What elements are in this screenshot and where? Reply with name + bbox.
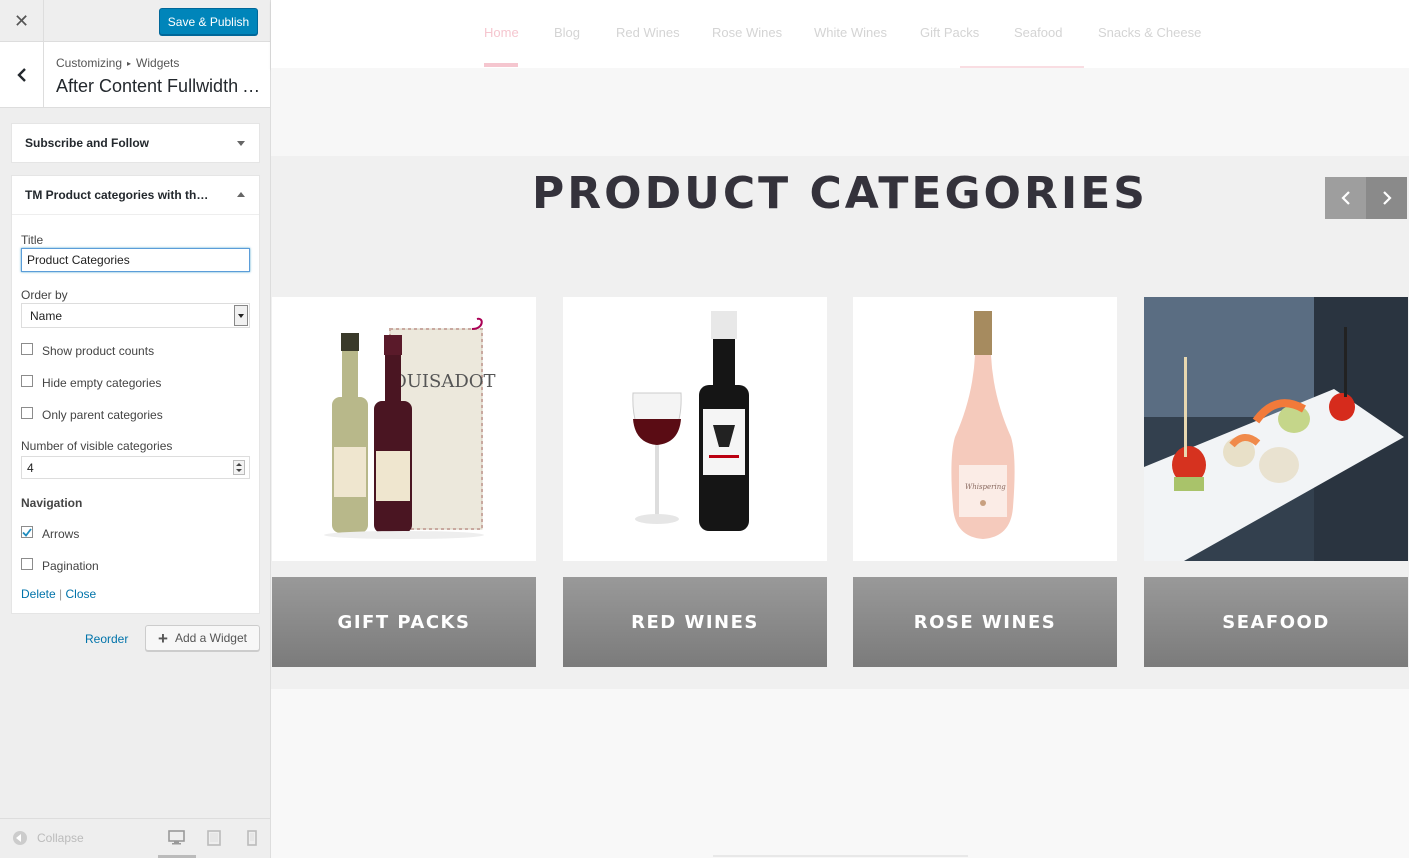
rose-wine-image: Whispering (951, 311, 1015, 539)
category-image[interactable] (1144, 297, 1408, 561)
panel-header: Customizing ▸ Widgets After Content Fullwi… (0, 42, 270, 108)
category-card-rose-wines[interactable]: Whispering ROSE WINES (853, 297, 1117, 667)
close-icon: ✕ (13, 10, 30, 31)
customizer-header: ✕ Save & Publish (0, 0, 270, 42)
collapse-icon (13, 831, 27, 845)
active-nav-underline (484, 63, 518, 67)
red-wine-image (632, 311, 749, 531)
plus-icon: + (158, 628, 168, 648)
save-publish-button[interactable]: Save & Publish (159, 8, 258, 35)
wine-gift-box-image: OUISADOT (324, 317, 496, 539)
checkbox[interactable] (21, 375, 33, 387)
spacer-band (271, 68, 1409, 156)
checkbox-label: Arrows (42, 527, 80, 541)
widget-title: TM Product categories with thumbnails (25, 188, 215, 202)
section-title: PRODUCT CATEGORIES (532, 168, 1148, 219)
visible-categories-value: 4 (27, 460, 34, 475)
visible-categories-label: Number of visible categories (21, 439, 173, 453)
checkbox-label: Show product counts (42, 344, 155, 358)
widget-actions: Delete | Close (21, 587, 96, 601)
customizer-footer: Collapse (0, 818, 270, 858)
checkbox[interactable] (21, 407, 33, 419)
chevron-left-icon (16, 68, 26, 82)
widget-header[interactable]: TM Product categories with thumbnails (12, 176, 259, 215)
panel-title: After Content Fullwidth Area (56, 76, 262, 96)
svg-text:Whispering: Whispering (965, 483, 1006, 491)
widget-subscribe-follow[interactable]: Subscribe and Follow (11, 123, 260, 163)
nav-item-white-wines[interactable]: White Wines (814, 25, 887, 40)
nav-item-home[interactable]: Home (484, 25, 519, 40)
checkbox-label: Hide empty categories (42, 376, 162, 390)
checkbox-only-parent[interactable]: Only parent categories (21, 407, 163, 422)
orderby-value: Name (30, 308, 63, 323)
breadcrumb-separator-icon: ▸ (127, 59, 132, 68)
nav-item-rose-wines[interactable]: Rose Wines (712, 25, 782, 40)
add-widget-label: Add a Widget (174, 631, 247, 645)
breadcrumb-section: Widgets (136, 56, 180, 70)
category-card-seafood[interactable]: SEAFOOD (1144, 297, 1408, 667)
category-image[interactable]: Whispering (853, 297, 1117, 561)
collapse-button[interactable]: Collapse (13, 831, 84, 845)
category-image[interactable] (563, 297, 827, 561)
breadcrumb-root: Customizing (56, 56, 123, 70)
title-input[interactable]: Product Categories (21, 248, 250, 272)
desktop-preview-icon[interactable] (168, 830, 185, 845)
caret-up-icon[interactable] (237, 192, 245, 197)
tablet-preview-icon[interactable] (207, 830, 221, 846)
category-card-red-wines[interactable]: RED WINES (563, 297, 827, 667)
nav-item-blog[interactable]: Blog (554, 25, 580, 40)
customizer-sidebar: ✕ Save & Publish Customizing ▸ Widgets Aft… (0, 0, 271, 858)
orderby-label: Order by (21, 288, 68, 302)
nav-item-seafood[interactable]: Seafood (1014, 25, 1062, 40)
mobile-preview-icon[interactable] (247, 830, 257, 846)
add-widget-button[interactable]: + Add a Widget (145, 625, 260, 651)
orderby-select[interactable]: Name (21, 303, 250, 328)
category-image[interactable]: OUISADOT (272, 297, 536, 561)
nav-item-snacks-cheese[interactable]: Snacks & Cheese (1098, 25, 1201, 40)
category-label[interactable]: SEAFOOD (1144, 577, 1408, 667)
widget-product-categories: TM Product categories with thumbnails (11, 175, 260, 614)
number-spinner[interactable] (233, 460, 245, 475)
category-label[interactable]: ROSE WINES (853, 577, 1117, 667)
carousel-next-button[interactable] (1366, 177, 1407, 219)
nav-item-red-wines[interactable]: Red Wines (616, 25, 680, 40)
delete-link[interactable]: Delete (21, 587, 56, 601)
product-categories-section: PRODUCT CATEGORIES OUISADOT GIFT PACKS R… (271, 156, 1409, 689)
category-label[interactable]: RED WINES (563, 577, 827, 667)
widget-title: Subscribe and Follow (25, 136, 150, 150)
caret-down-icon[interactable] (237, 141, 245, 146)
checkbox[interactable] (21, 558, 33, 570)
close-customizer-button[interactable]: ✕ (0, 0, 44, 42)
visible-categories-input[interactable]: 4 (21, 456, 250, 479)
seafood-image (1144, 297, 1408, 561)
svg-text:OUISADOT: OUISADOT (392, 371, 496, 392)
category-label[interactable]: GIFT PACKS (272, 577, 536, 667)
checkbox-hide-empty[interactable]: Hide empty categories (21, 375, 162, 390)
reorder-link[interactable]: Reorder (85, 632, 128, 646)
close-link[interactable]: Close (65, 587, 96, 601)
title-label: Title (21, 233, 44, 247)
carousel-prev-button[interactable] (1325, 177, 1366, 219)
footer-divider (713, 855, 968, 857)
chevron-left-icon (1340, 191, 1350, 205)
checkbox-label: Pagination (42, 559, 99, 573)
checkbox-pagination[interactable]: Pagination (21, 558, 99, 573)
collapse-label: Collapse (37, 831, 84, 845)
checkbox-show-product-counts[interactable]: Show product counts (21, 343, 155, 358)
nav-item-gift-packs[interactable]: Gift Packs (920, 25, 979, 40)
checkmark-icon (22, 527, 32, 537)
breadcrumb: Customizing ▸ Widgets (56, 56, 179, 70)
checkbox-arrows[interactable]: Arrows (21, 526, 80, 541)
site-preview: Home Blog Red Wines Rose Wines White Win… (271, 0, 1409, 858)
checkbox[interactable] (21, 343, 33, 355)
dropdown-arrow-icon[interactable] (234, 305, 248, 326)
back-button[interactable] (0, 42, 44, 108)
category-card-gift-packs[interactable]: OUISADOT GIFT PACKS (272, 297, 536, 667)
navigation-heading: Navigation (21, 496, 83, 510)
checkbox-label: Only parent categories (42, 408, 163, 422)
chevron-right-icon (1382, 191, 1392, 205)
checkbox-checked[interactable] (21, 526, 33, 538)
site-navigation: Home Blog Red Wines Rose Wines White Win… (271, 0, 1409, 68)
page-below-section (271, 689, 1409, 858)
